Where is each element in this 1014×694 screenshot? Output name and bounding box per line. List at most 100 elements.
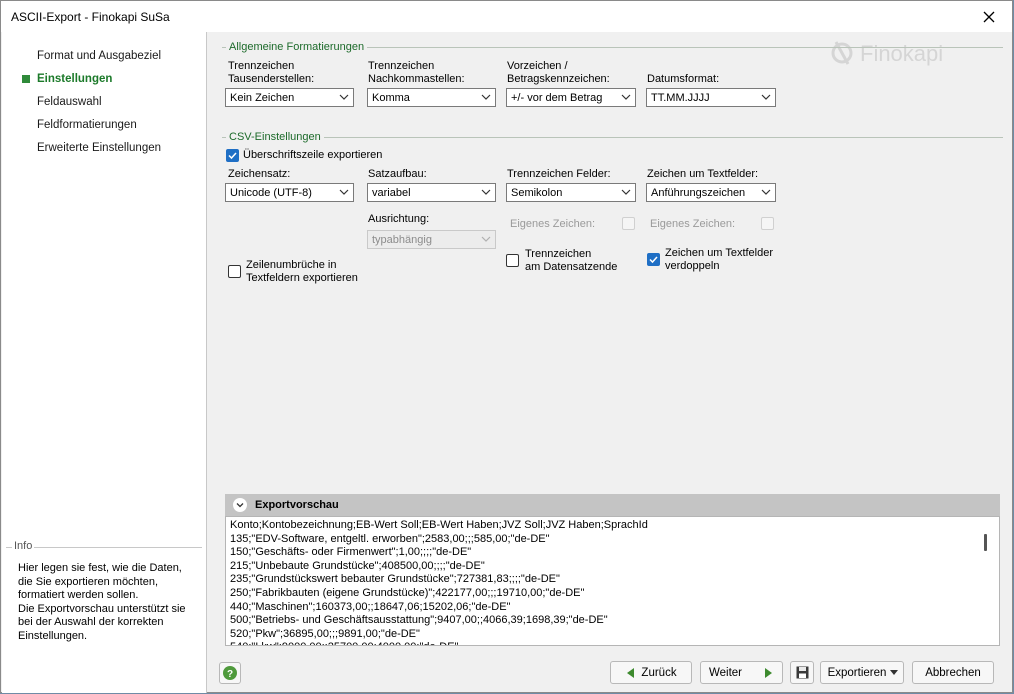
info-legend: Info xyxy=(12,540,35,552)
sidebar-item-label: Format und Ausgabeziel xyxy=(37,50,162,62)
sep-at-end-checkbox[interactable] xyxy=(506,254,519,267)
preview-textbox[interactable]: Konto;Kontobezeichnung;EB-Wert Soll;EB-W… xyxy=(225,516,1000,646)
chevron-down-icon xyxy=(621,94,631,100)
preview-line: 440;"Maschinen";160373,00;;18647,06;1520… xyxy=(230,600,511,613)
preview-header[interactable]: Exportvorschau xyxy=(225,494,1000,516)
sidebar-item-feldformatierungen[interactable]: Feldformatierungen xyxy=(2,115,202,135)
preview-line: 540;"Lkw";9000,00;;25700,00;4000,00;"de-… xyxy=(230,641,648,645)
text-quote-select[interactable]: Anführungszeichen xyxy=(646,183,776,202)
field-sep-label: Trennzeichen Felder: xyxy=(507,168,611,180)
sidebar-item-einstellungen[interactable]: Einstellungen xyxy=(2,69,202,89)
back-button[interactable]: Zurück xyxy=(610,661,692,684)
alignment-value: typabhängig xyxy=(372,233,432,246)
export-button[interactable]: Exportieren xyxy=(820,661,904,684)
chevron-down-icon xyxy=(621,189,631,195)
sep-at-end-label: Trennzeichen am Datensatzende xyxy=(525,248,618,273)
finokapi-logo: Finokapi xyxy=(831,41,943,66)
chevron-down-icon xyxy=(481,236,491,242)
own-char-input-1[interactable] xyxy=(622,217,635,230)
preview-lines: Konto;Kontobezeichnung;EB-Wert Soll;EB-W… xyxy=(230,519,648,645)
charset-select[interactable]: Unicode (UTF-8) xyxy=(225,183,354,202)
chevron-down-icon xyxy=(761,189,771,195)
preview-line: 150;"Geschäfts- oder Firmenwert";1,00;;;… xyxy=(230,546,472,559)
double-quotes-checkbox[interactable] xyxy=(647,253,660,266)
window-title: ASCII-Export - Finokapi SuSa xyxy=(11,9,170,24)
csv-group-line xyxy=(222,137,1003,138)
thousands-label: Trennzeichen Tausenderstellen: xyxy=(228,60,315,85)
date-label: Datumsformat: xyxy=(647,73,720,85)
record-select[interactable]: variabel xyxy=(367,183,496,202)
back-button-label: Zurück xyxy=(641,666,677,679)
preview-title: Exportvorschau xyxy=(255,499,339,511)
decimal-value: Komma xyxy=(372,91,410,104)
csv-group-legend: CSV-Einstellungen xyxy=(226,131,324,143)
sidebar-item-label: Feldauswahl xyxy=(37,96,102,108)
cancel-button[interactable]: Abbrechen xyxy=(912,661,994,684)
sign-select[interactable]: +/- vor dem Betrag xyxy=(506,88,636,107)
export-button-label: Exportieren xyxy=(827,666,887,679)
check-icon xyxy=(649,256,658,264)
line-breaks-label: Zeilenumbrüche in Textfeldern exportiere… xyxy=(246,259,358,284)
chevron-down-icon xyxy=(481,189,491,195)
preview-line: 235;"Grundstückswert bebauter Grundstück… xyxy=(230,573,560,586)
preview-line: 135;"EDV-Software, entgeltl. erworben";2… xyxy=(230,532,550,545)
charset-label: Zeichensatz: xyxy=(228,168,291,180)
preview-line: Konto;Kontobezeichnung;EB-Wert Soll;EB-W… xyxy=(230,519,648,531)
chevron-down-icon xyxy=(761,94,771,100)
field-sep-value: Semikolon xyxy=(511,186,563,199)
save-button[interactable] xyxy=(790,661,814,684)
sidebar-item-label: Feldformatierungen xyxy=(37,119,137,131)
record-value: variabel xyxy=(372,186,411,199)
caret-down-icon xyxy=(890,670,898,675)
close-button[interactable] xyxy=(966,1,1012,32)
own-char-input-2[interactable] xyxy=(761,217,774,230)
sidebar-item-label: Einstellungen xyxy=(37,73,113,85)
field-sep-select[interactable]: Semikolon xyxy=(506,183,636,202)
next-button[interactable]: Weiter xyxy=(700,661,783,684)
sidebar-item-erweitert[interactable]: Erweiterte Einstellungen xyxy=(2,138,202,158)
dialog-window: ASCII-Export - Finokapi SuSa Format und … xyxy=(0,0,1013,693)
export-header-label: Überschriftszeile exportieren xyxy=(243,149,383,161)
sign-label: Vorzeichen / Betragskennzeichen: xyxy=(507,60,610,85)
info-panel: Info Hier legen sie fest, wie die Daten,… xyxy=(6,540,202,687)
alignment-label: Ausrichtung: xyxy=(368,213,430,225)
help-button[interactable]: ? xyxy=(219,662,241,684)
check-icon xyxy=(228,152,237,160)
chevron-down-icon xyxy=(339,189,349,195)
own-char-label-1: Eigenes Zeichen: xyxy=(510,218,595,230)
sign-value: +/- vor dem Betrag xyxy=(511,91,603,104)
own-char-label-2: Eigenes Zeichen: xyxy=(650,218,735,230)
general-group-legend: Allgemeine Formatierungen xyxy=(226,41,368,53)
text-quote-label: Zeichen um Textfelder: xyxy=(647,168,759,180)
preview-line: 250;"Fabrikbauten (eigene Grundstücke)";… xyxy=(230,586,585,599)
preview-line: 215;"Unbebaute Grundstücke";408500,00;;;… xyxy=(230,559,485,572)
line-breaks-checkbox[interactable] xyxy=(228,265,241,278)
thousands-select[interactable]: Kein Zeichen xyxy=(225,88,354,107)
date-select[interactable]: TT.MM.JJJJ xyxy=(646,88,776,107)
sidebar-item-format[interactable]: Format und Ausgabeziel xyxy=(2,46,202,66)
charset-value: Unicode (UTF-8) xyxy=(230,186,312,199)
sidebar-item-label: Erweiterte Einstellungen xyxy=(37,142,162,154)
save-icon xyxy=(796,666,808,679)
svg-text:?: ? xyxy=(227,669,233,680)
chevron-down-icon xyxy=(236,503,244,508)
decimal-select[interactable]: Komma xyxy=(367,88,496,107)
alignment-select[interactable]: typabhängig xyxy=(367,230,496,249)
collapse-toggle[interactable] xyxy=(233,498,247,512)
next-button-label: Weiter xyxy=(708,666,743,679)
logo-text: Finokapi xyxy=(860,41,943,66)
cancel-button-label: Abbrechen xyxy=(925,666,981,679)
export-header-checkbox[interactable] xyxy=(226,149,239,162)
arrow-left-icon xyxy=(627,667,635,678)
preview-line: 520;"Pkw";36895,00;;;9891,00;"de-DE" xyxy=(230,627,420,640)
chevron-down-icon xyxy=(481,94,491,100)
thousands-value: Kein Zeichen xyxy=(230,91,295,104)
double-quotes-label: Zeichen um Textfelder verdoppeln xyxy=(665,247,774,272)
arrow-right-icon xyxy=(765,667,773,678)
sidebar: Format und Ausgabeziel Einstellungen Fel… xyxy=(2,32,207,693)
sidebar-item-feldauswahl[interactable]: Feldauswahl xyxy=(2,92,202,112)
active-marker-icon xyxy=(22,75,30,83)
scrollbar-thumb[interactable] xyxy=(984,534,987,551)
record-label: Satzaufbau: xyxy=(368,168,427,180)
preview-line: 500;"Betriebs- und Geschäftsausstattung"… xyxy=(230,614,608,627)
